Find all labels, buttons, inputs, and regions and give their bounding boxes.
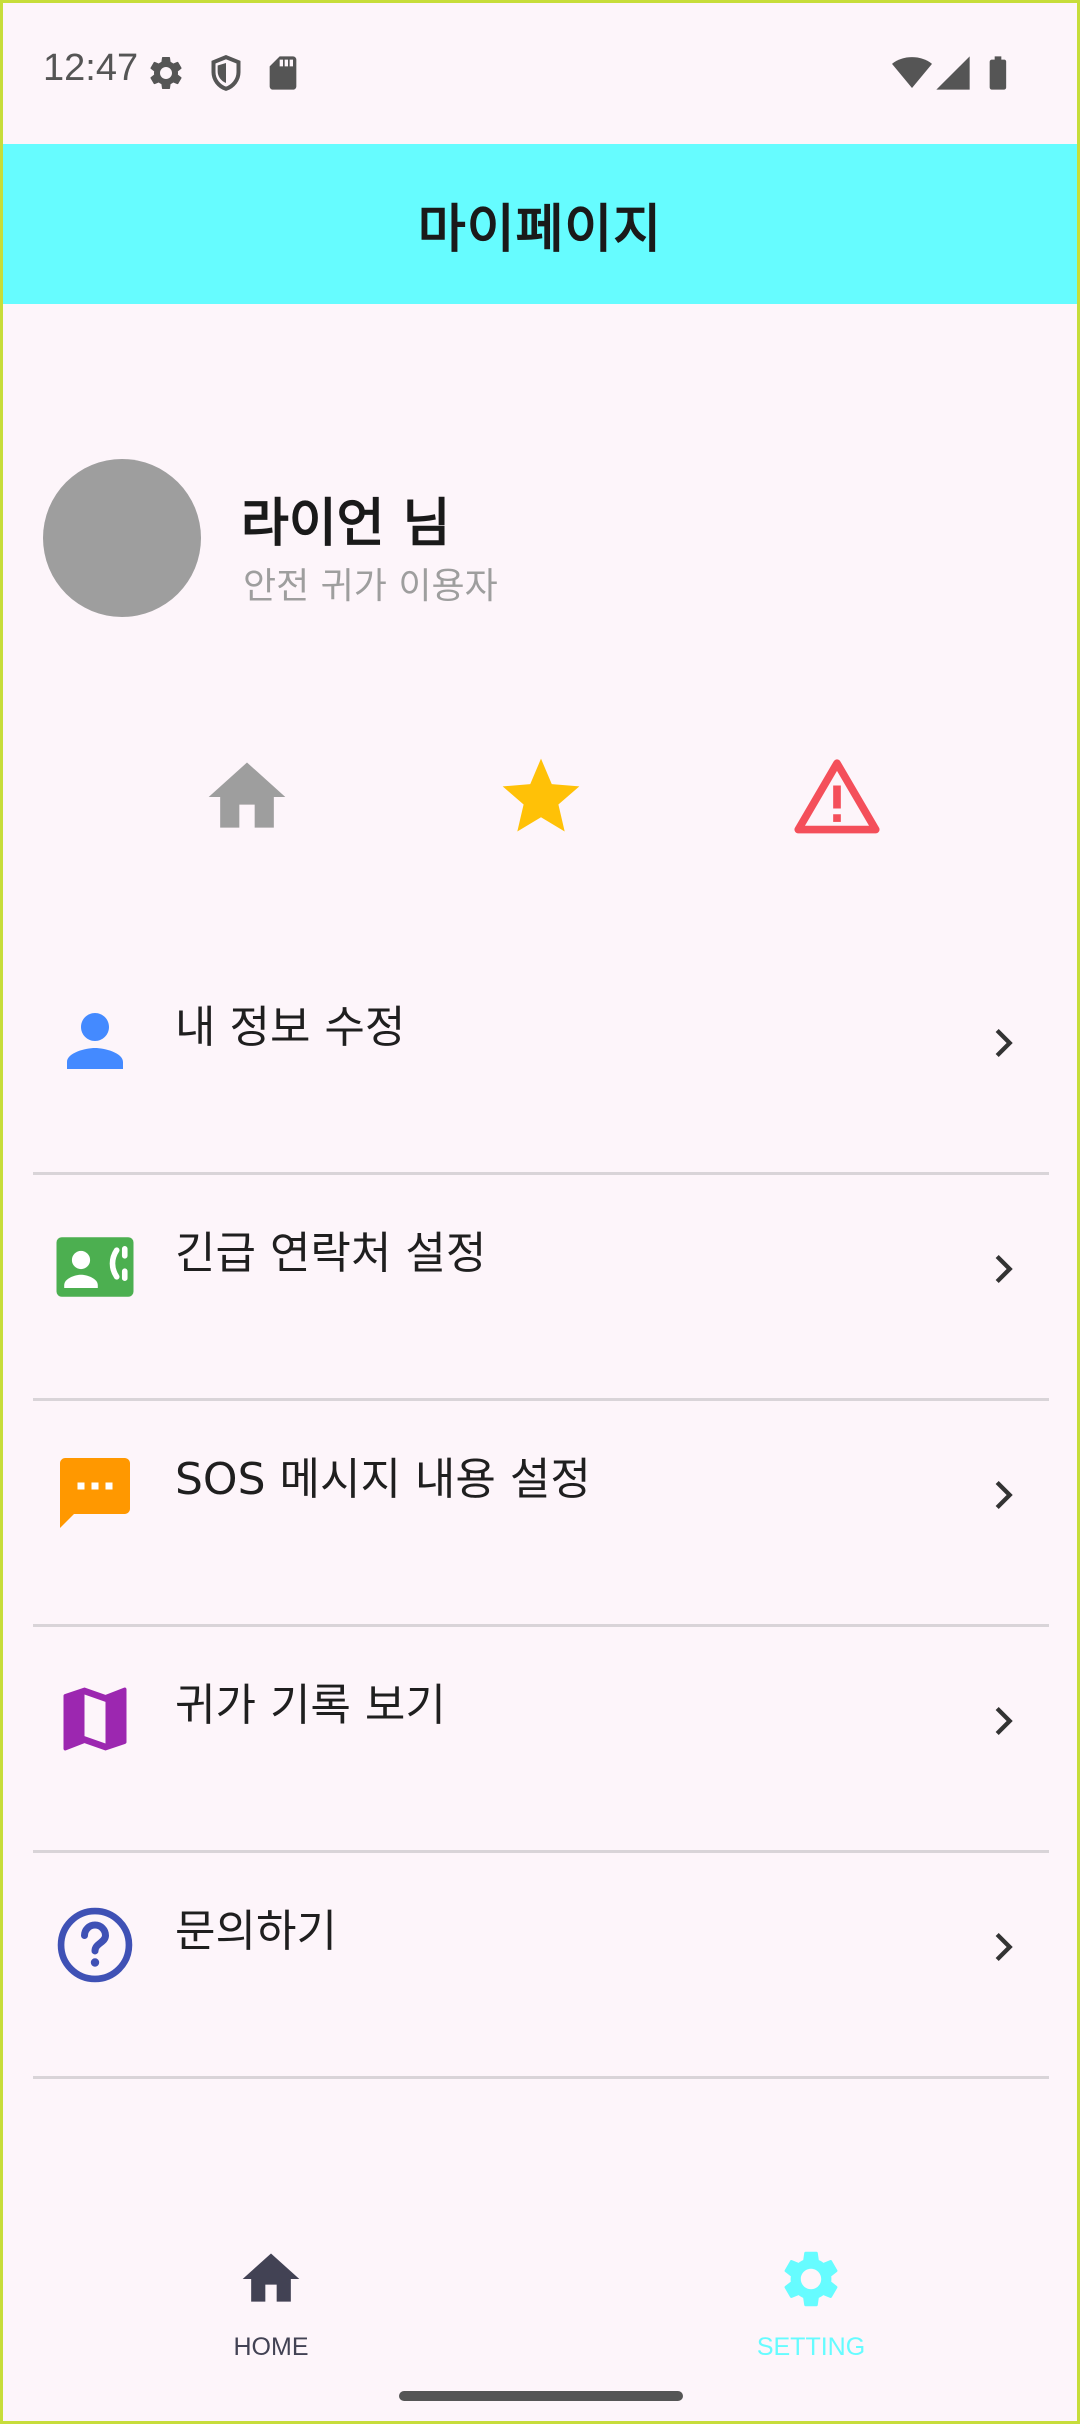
menu-item-history[interactable]: 귀가 기록 보기: [33, 1627, 1049, 1853]
menu-label: 문의하기: [175, 1906, 337, 1957]
gear-icon: [784, 2251, 838, 2307]
nav-home[interactable]: HOME: [161, 2245, 381, 2365]
home-icon: [242, 2253, 300, 2302]
contact-phone-icon: [56, 1237, 134, 1297]
sdcard-icon: [269, 56, 297, 90]
nav-label: SETTING: [756, 2333, 866, 2361]
menu-label: SOS 메시지 내용 설정: [175, 1454, 591, 1505]
menu-item-emergency-contact[interactable]: 긴급 연락처 설정: [33, 1175, 1049, 1401]
chevron-right-icon: [995, 1706, 1013, 1736]
chevron-right-icon: [995, 1028, 1013, 1058]
menu-label: 긴급 연락처 설정: [175, 1228, 487, 1279]
map-icon: [63, 1687, 127, 1751]
wifi-icon: [892, 57, 932, 88]
gear-icon: [150, 56, 182, 89]
chevron-right-icon: [995, 1932, 1013, 1962]
nav-setting[interactable]: SETTING: [701, 2245, 921, 2365]
battery-icon: [989, 56, 1007, 90]
chevron-right-icon: [995, 1480, 1013, 1510]
profile-subtitle: 안전 귀가 이용자: [243, 566, 498, 607]
screen: 12:47 마이페이지 라이언 님 안전 귀가 이용자 내 정보 수정 긴급 연…: [3, 3, 1077, 2421]
sms-icon: [60, 1458, 130, 1528]
menu-label: 귀가 기록 보기: [175, 1680, 446, 1731]
menu-item-edit-profile[interactable]: 내 정보 수정: [33, 949, 1049, 1175]
chevron-right-icon: [995, 1254, 1013, 1284]
page-title: 마이페이지: [417, 199, 663, 260]
home-indicator[interactable]: [399, 2391, 683, 2401]
app-bar: 마이페이지: [3, 144, 1077, 304]
menu-label: 내 정보 수정: [175, 1002, 406, 1053]
home-icon[interactable]: [201, 751, 293, 843]
avatar[interactable]: [43, 459, 201, 617]
profile-name: 라이언 님: [241, 494, 451, 554]
nav-label: HOME: [233, 2333, 309, 2361]
help-icon: [57, 1907, 133, 1983]
menu-item-sos-message[interactable]: SOS 메시지 내용 설정: [33, 1401, 1049, 1627]
shield-icon: [211, 55, 241, 91]
signal-icon: [936, 56, 970, 90]
person-icon: [67, 1013, 123, 1069]
status-bar: 12:47: [3, 3, 1077, 144]
status-time: 12:47: [43, 47, 139, 89]
bottom-nav: HOME SETTING: [3, 2185, 1077, 2421]
warning-icon[interactable]: [791, 751, 883, 843]
star-icon[interactable]: [495, 751, 587, 843]
menu-item-inquiry[interactable]: 문의하기: [33, 1853, 1049, 2079]
